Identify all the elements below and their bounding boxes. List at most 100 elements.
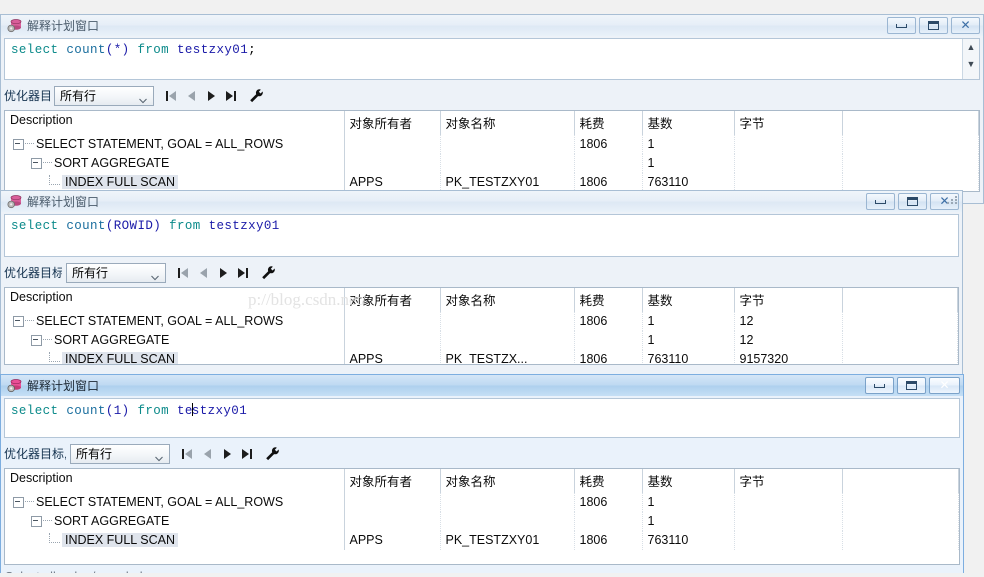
plan-row[interactable]: INDEX FULL SCAN APPS PK_TESTZX... 1806 76311…	[5, 350, 958, 364]
maximize-button-3[interactable]	[897, 377, 926, 394]
plan-row-bytes	[734, 512, 843, 531]
last-record-icon-2[interactable]	[236, 265, 250, 281]
plan-grid-1[interactable]: Description 对象所有者 对象名称 耗费 基数 字节 SELECT S…	[4, 110, 980, 192]
col-object-2[interactable]: 对象名称	[440, 288, 575, 312]
plan-row-object	[440, 135, 575, 154]
col-cardinality-1[interactable]: 基数	[642, 111, 735, 135]
optimizer-goal-combo-1[interactable]: 所有行	[54, 86, 154, 106]
col-bytes-1[interactable]: 字节	[734, 111, 843, 135]
scroll-up-icon-1[interactable]: ▲	[963, 39, 979, 56]
plan-grid-3[interactable]: Description 对象所有者 对象名称 耗费 基数 字节 SELECT S…	[4, 468, 960, 565]
col-bytes-2[interactable]: 字节	[734, 288, 843, 312]
tree-collapse-icon[interactable]	[13, 496, 24, 508]
sql-scrollbar-1[interactable]: ▲ ▼	[962, 39, 979, 79]
next-record-icon-1[interactable]	[204, 88, 218, 104]
plan-row-object: PK_TESTZX...	[440, 350, 575, 364]
previous-record-icon-3[interactable]	[200, 446, 214, 462]
tree-connector	[49, 352, 60, 362]
previous-record-icon-1[interactable]	[184, 88, 198, 104]
col-cardinality-3[interactable]: 基数	[642, 469, 735, 493]
plan-row-owner	[344, 331, 441, 350]
plan-row[interactable]: SELECT STATEMENT, GOAL = ALL_ROWS 1806 1	[5, 135, 979, 154]
sql-editor-2[interactable]: select count(ROWID) from testzxy01	[4, 214, 959, 257]
explain-plan-window-3[interactable]: 解释计划窗口 ✕ select count(1) from testzxy01 …	[0, 374, 964, 577]
plan-row-cardinality: 1	[642, 312, 735, 331]
minimize-button-2[interactable]	[866, 193, 895, 210]
plan-grid-2[interactable]: Description 对象所有者 对象名称 耗费 基数 字节 SELECT S…	[4, 287, 959, 365]
explain-plan-window-1[interactable]: 解释计划窗口 ✕ select count(*) from testzxy01;…	[0, 14, 984, 204]
plan-row-description[interactable]: INDEX FULL SCAN	[5, 350, 345, 364]
plan-row-description[interactable]: SORT AGGREGATE	[5, 331, 345, 350]
optimizer-goal-combo-3[interactable]: 所有行	[70, 444, 170, 464]
wrench-icon-1[interactable]	[248, 88, 264, 104]
next-record-icon-3[interactable]	[220, 446, 234, 462]
minimize-button-3[interactable]	[865, 377, 894, 394]
plan-row[interactable]: SORT AGGREGATE 1 12	[5, 331, 958, 350]
col-cost-1[interactable]: 耗费	[574, 111, 643, 135]
col-cost-2[interactable]: 耗费	[574, 288, 643, 312]
plan-row[interactable]: SORT AGGREGATE 1	[5, 154, 979, 173]
tree-connector	[49, 533, 60, 543]
wrench-icon-3[interactable]	[264, 446, 280, 462]
col-object-1[interactable]: 对象名称	[440, 111, 575, 135]
plan-table-1: Description 对象所有者 对象名称 耗费 基数 字节 SELECT S…	[5, 111, 979, 191]
col-description-1[interactable]: Description	[5, 111, 345, 135]
maximize-button-2[interactable]	[898, 193, 927, 210]
titlebar-window-2[interactable]: 解释计划窗口 ✕	[1, 191, 962, 212]
minimize-button-1[interactable]	[887, 17, 916, 34]
plan-row-object: PK_TESTZXY01	[440, 531, 575, 550]
last-record-icon-3[interactable]	[240, 446, 254, 462]
titlebar-window-1[interactable]: 解释计划窗口 ✕	[1, 15, 983, 36]
plan-row[interactable]: SORT AGGREGATE 1	[5, 512, 959, 531]
col-cardinality-2[interactable]: 基数	[642, 288, 735, 312]
col-object-3[interactable]: 对象名称	[440, 469, 575, 493]
explain-plan-window-2[interactable]: 解释计划窗口 ✕ select count(ROWID) from testzx…	[0, 190, 963, 375]
plan-row-description[interactable]: SELECT STATEMENT, GOAL = ALL_ROWS	[5, 312, 345, 331]
previous-record-icon-2[interactable]	[196, 265, 210, 281]
optimizer-goal-combo-2[interactable]: 所有行	[66, 263, 166, 283]
plan-row-bytes: 9157320	[734, 350, 843, 364]
plan-row[interactable]: SELECT STATEMENT, GOAL = ALL_ROWS 1806 1	[5, 493, 959, 512]
scroll-down-icon-1[interactable]: ▼	[963, 56, 979, 73]
tree-collapse-icon[interactable]	[31, 334, 42, 346]
tree-collapse-icon[interactable]	[13, 138, 24, 150]
col-bytes-3[interactable]: 字节	[734, 469, 843, 493]
first-record-icon-3[interactable]	[180, 446, 194, 462]
plan-row-description[interactable]: SELECT STATEMENT, GOAL = ALL_ROWS	[5, 135, 345, 154]
col-cost-3[interactable]: 耗费	[574, 469, 643, 493]
plan-row-owner	[344, 512, 441, 531]
resize-grip-2[interactable]	[946, 193, 960, 207]
plan-row-description[interactable]: INDEX FULL SCAN	[5, 531, 345, 550]
col-filler-2	[842, 288, 958, 312]
last-record-icon-1[interactable]	[224, 88, 238, 104]
plan-row-description[interactable]: SORT AGGREGATE	[5, 512, 345, 531]
titlebar-window-3[interactable]: 解释计划窗口 ✕	[1, 375, 963, 396]
plan-body-3: SELECT STATEMENT, GOAL = ALL_ROWS 1806 1 SO…	[5, 493, 959, 550]
plan-row-object	[440, 512, 575, 531]
col-description-3[interactable]: Description	[5, 469, 345, 493]
tree-collapse-icon[interactable]	[31, 157, 42, 169]
plan-step-label: SORT AGGREGATE	[54, 156, 170, 170]
next-record-icon-2[interactable]	[216, 265, 230, 281]
col-owner-3[interactable]: 对象所有者	[344, 469, 441, 493]
col-owner-2[interactable]: 对象所有者	[344, 288, 441, 312]
close-button-3[interactable]: ✕	[929, 377, 960, 394]
col-description-2[interactable]: Description	[5, 288, 345, 312]
plan-row[interactable]: SELECT STATEMENT, GOAL = ALL_ROWS 1806 1 12	[5, 312, 958, 331]
tree-collapse-icon[interactable]	[31, 515, 42, 527]
maximize-button-1[interactable]	[919, 17, 948, 34]
first-record-icon-2[interactable]	[176, 265, 190, 281]
plan-row-description[interactable]: SORT AGGREGATE	[5, 154, 345, 173]
database-gear-icon	[7, 18, 22, 33]
close-button-1[interactable]: ✕	[951, 17, 980, 34]
plan-row-description[interactable]: SELECT STATEMENT, GOAL = ALL_ROWS	[5, 493, 345, 512]
col-owner-1[interactable]: 对象所有者	[344, 111, 441, 135]
sql-editor-1[interactable]: select count(*) from testzxy01; ▲ ▼	[4, 38, 980, 80]
tree-connector	[25, 143, 34, 145]
plan-step-label: SELECT STATEMENT, GOAL = ALL_ROWS	[36, 314, 284, 328]
wrench-icon-2[interactable]	[260, 265, 276, 281]
plan-row[interactable]: INDEX FULL SCAN APPS PK_TESTZXY01 1806 76311…	[5, 531, 959, 550]
first-record-icon-1[interactable]	[164, 88, 178, 104]
tree-collapse-icon[interactable]	[13, 315, 24, 327]
sql-editor-3[interactable]: select count(1) from testzxy01	[4, 398, 960, 438]
